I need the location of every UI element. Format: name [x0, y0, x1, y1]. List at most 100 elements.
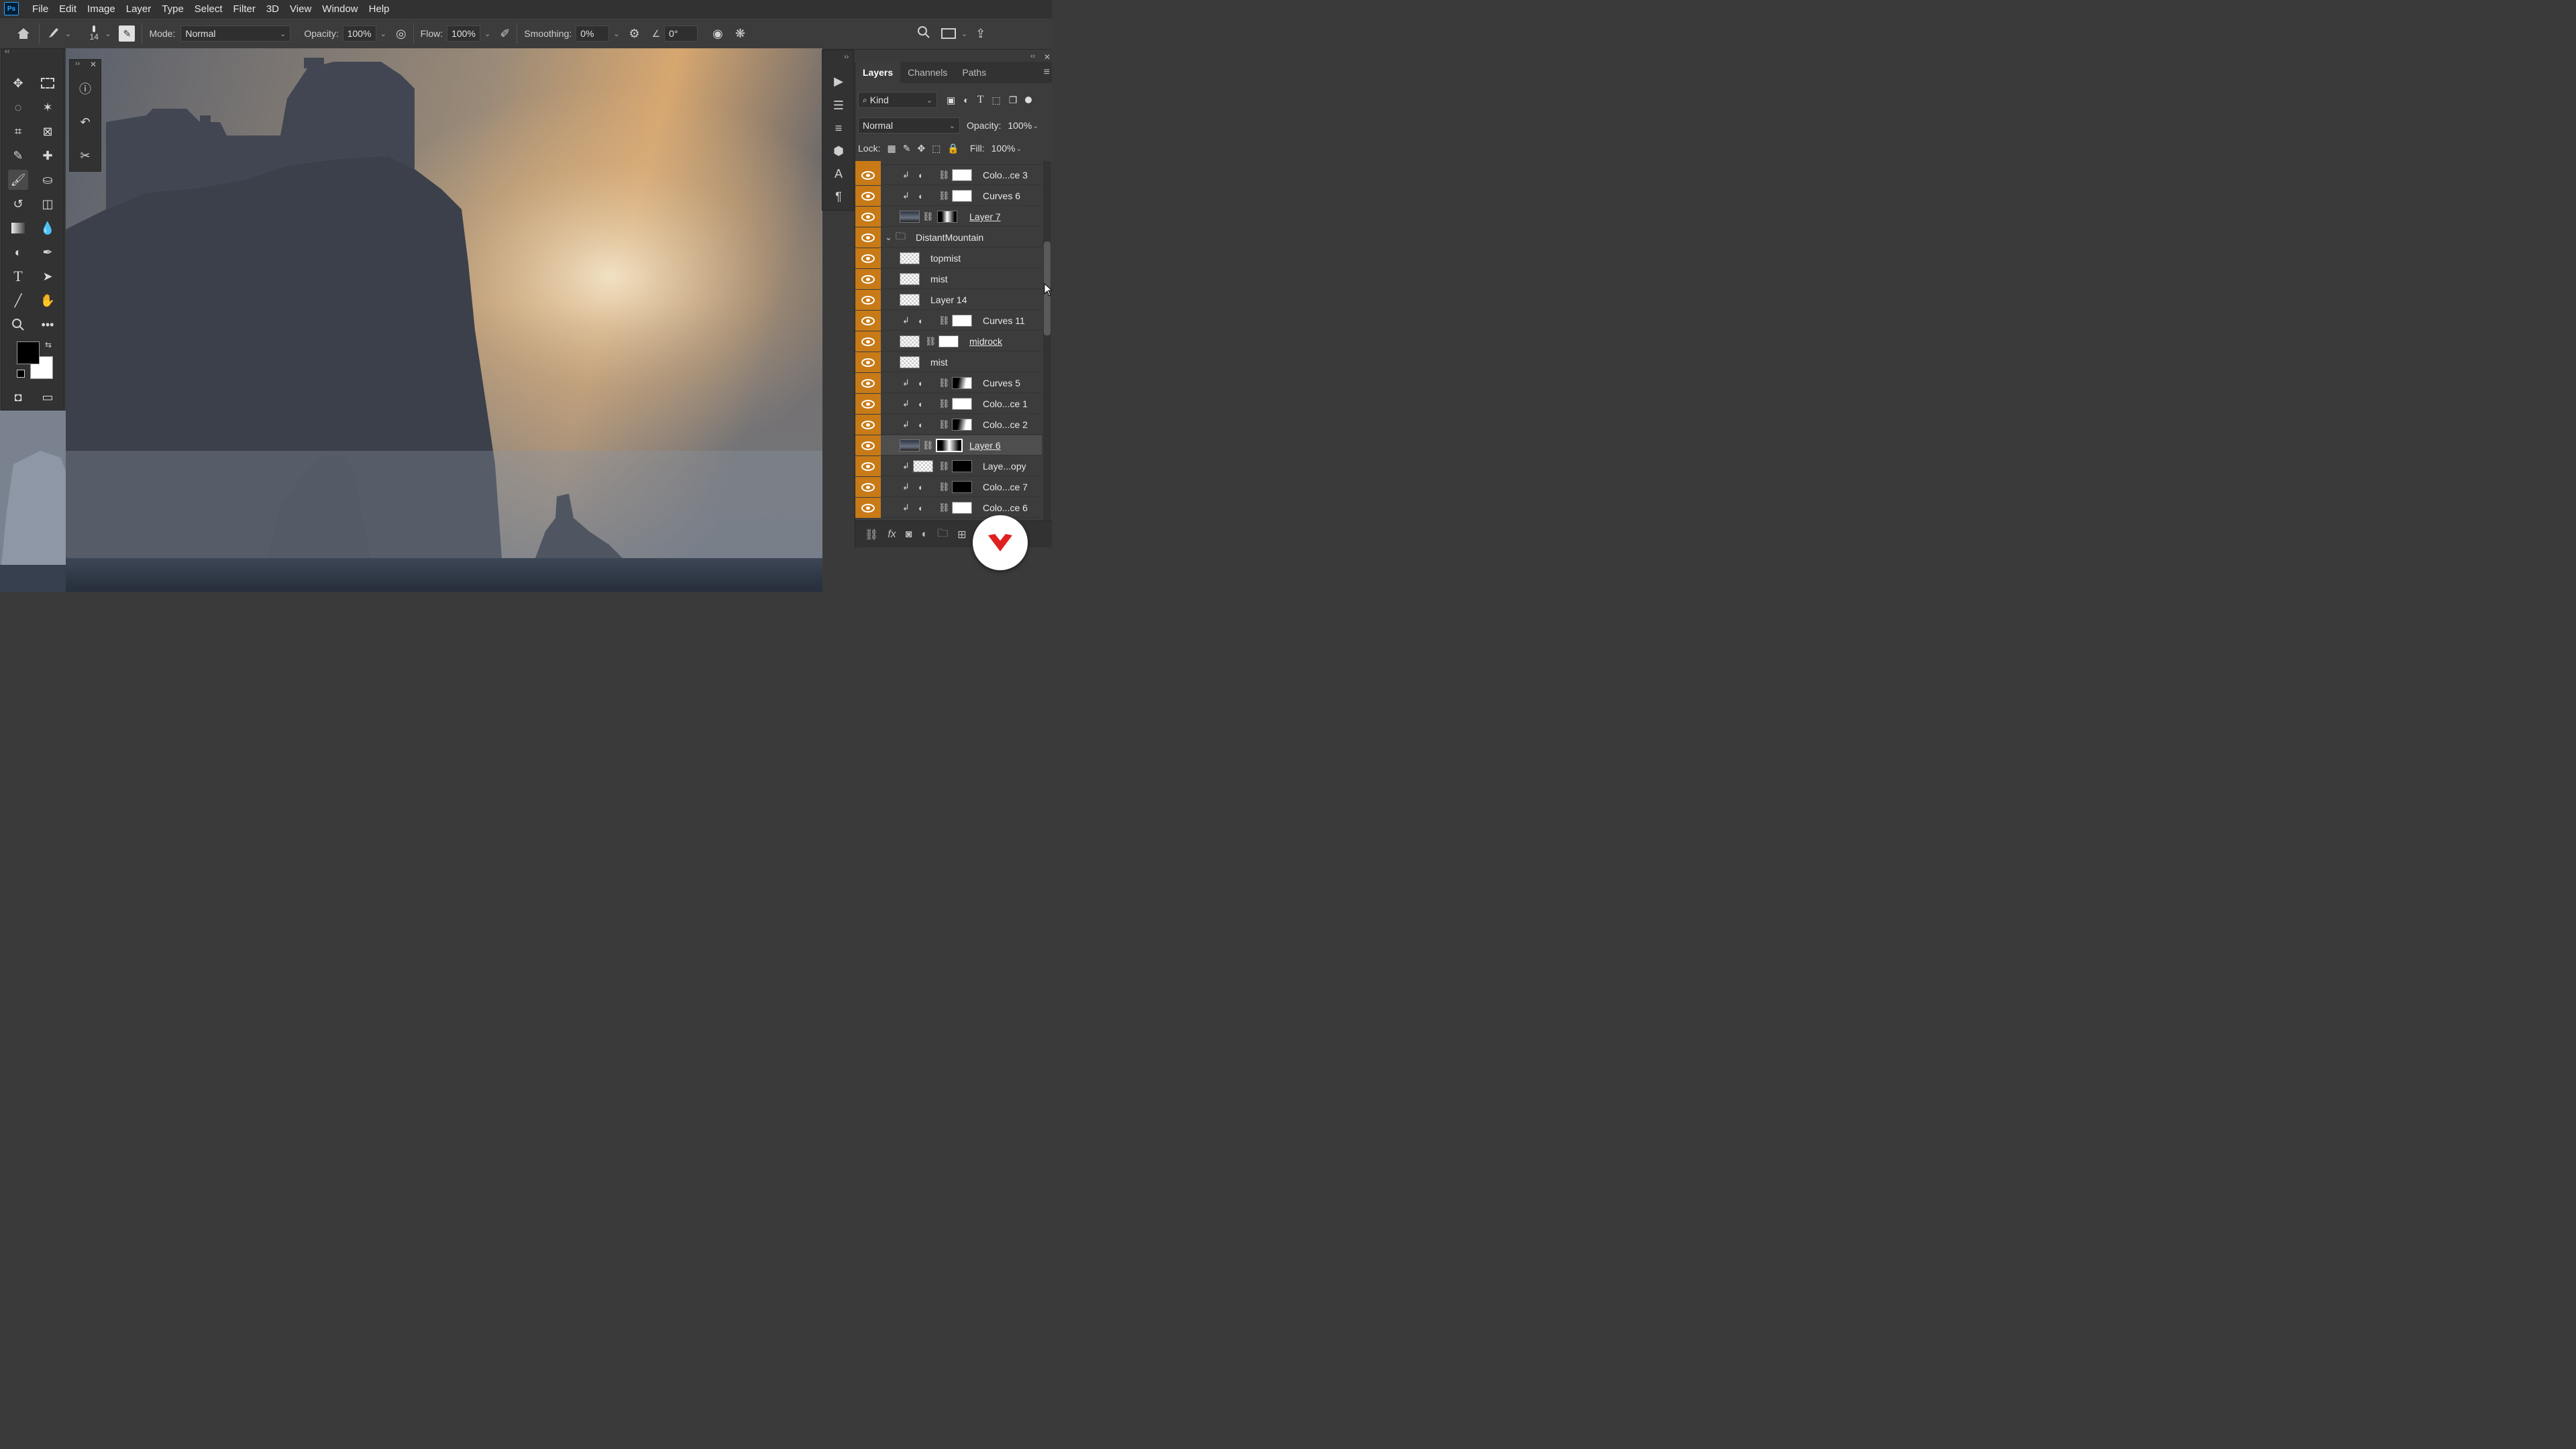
lock-pixels-icon[interactable]: ✎: [903, 143, 911, 154]
visibility-toggle[interactable]: [855, 269, 881, 289]
visibility-toggle[interactable]: [855, 290, 881, 310]
3d-icon[interactable]: ⬢: [830, 143, 847, 159]
panel-collapse-icon[interactable]: ‹‹: [1030, 52, 1035, 60]
menu-help[interactable]: Help: [364, 3, 395, 15]
visibility-toggle[interactable]: [855, 248, 881, 268]
menu-select[interactable]: Select: [189, 3, 228, 15]
filter-type-icon[interactable]: T: [977, 94, 984, 106]
chevron-down-icon[interactable]: ⌄: [65, 30, 71, 38]
layer-row[interactable]: mist: [855, 269, 1042, 289]
flow-field[interactable]: 100%: [447, 25, 481, 42]
visibility-toggle[interactable]: [855, 373, 881, 393]
visibility-toggle[interactable]: [855, 227, 881, 248]
document-canvas[interactable]: [66, 48, 822, 592]
visibility-toggle[interactable]: [855, 477, 881, 497]
collapse-arrows-icon[interactable]: ‹‹: [5, 48, 9, 56]
visibility-toggle[interactable]: [855, 186, 881, 206]
layer-row[interactable]: ↲ ◐ ⛓ Colo...ce 7: [855, 477, 1042, 497]
blur-tool-icon[interactable]: 💧: [38, 218, 58, 238]
search-icon[interactable]: [917, 25, 930, 42]
visibility-toggle[interactable]: [855, 207, 881, 227]
chevron-down-icon[interactable]: ⌄: [961, 30, 967, 38]
fill-field[interactable]: 100% ⌄: [987, 140, 1026, 156]
brush-size-picker[interactable]: 14: [87, 25, 101, 42]
layer-row[interactable]: ↲ ◐ ⛓ Colo...ce 6: [855, 498, 1042, 518]
share-icon[interactable]: ⇪: [975, 27, 985, 41]
menu-image[interactable]: Image: [82, 3, 121, 15]
filter-smart-object-icon[interactable]: ❐: [1009, 95, 1018, 106]
chevron-down-icon[interactable]: ⌄: [380, 30, 386, 38]
layer-group-row[interactable]: ⌄ 🗀 DistantMountain: [855, 227, 1042, 248]
tab-channels[interactable]: Channels: [900, 62, 955, 83]
pressure-size-icon[interactable]: ◉: [712, 27, 723, 41]
visibility-toggle[interactable]: [855, 165, 881, 185]
opacity-field[interactable]: 100%: [342, 25, 376, 42]
swap-colors-icon[interactable]: ⇆: [45, 340, 52, 350]
layer-row[interactable]: topmist: [855, 248, 1042, 268]
layer-row[interactable]: ⛓ Layer 7: [855, 207, 1042, 227]
link-layers-icon[interactable]: ⛓: [865, 528, 878, 541]
layer-row[interactable]: ↲ ◐ ⛓ Colo...ce 2: [855, 415, 1042, 435]
gear-icon[interactable]: ⚙: [629, 27, 639, 41]
layer-row[interactable]: ↲ ◐ ⛓ Curves 6: [855, 186, 1042, 206]
menu-layer[interactable]: Layer: [121, 3, 157, 15]
panel-menu-icon[interactable]: ≡: [1044, 66, 1050, 78]
brush-panel-icon[interactable]: ✎: [119, 25, 136, 42]
new-adjustment-icon[interactable]: ◐: [921, 529, 928, 541]
layer-row-selected[interactable]: ⛓ Layer 6: [855, 435, 1042, 455]
eraser-tool-icon[interactable]: ◫: [38, 194, 58, 214]
crop-tool-icon[interactable]: ⌗: [8, 121, 28, 142]
menu-file[interactable]: File: [27, 3, 54, 15]
line-tool-icon[interactable]: ╱: [8, 290, 28, 311]
symmetry-icon[interactable]: ❋: [735, 27, 745, 41]
angle-field[interactable]: 0°: [664, 25, 698, 42]
layers-scrollbar[interactable]: [1043, 161, 1051, 521]
expand-arrows-icon[interactable]: ››: [844, 53, 849, 61]
hand-tool-icon[interactable]: ✋: [38, 290, 58, 311]
visibility-toggle[interactable]: [855, 331, 881, 352]
layer-row[interactable]: ↲ ◐ ⛓ Curves 5: [855, 373, 1042, 393]
filter-shape-icon[interactable]: ⬚: [991, 95, 1000, 106]
layer-row[interactable]: mist: [855, 352, 1042, 372]
visibility-toggle[interactable]: [855, 415, 881, 435]
filter-pixel-icon[interactable]: ▣: [947, 95, 955, 106]
tab-paths[interactable]: Paths: [955, 62, 994, 83]
menu-view[interactable]: View: [284, 3, 317, 15]
brush-tool-icon[interactable]: 🖌: [8, 170, 28, 190]
visibility-toggle[interactable]: [855, 435, 881, 455]
new-layer-icon[interactable]: ⊞: [957, 528, 966, 541]
history-icon[interactable]: ↶: [75, 112, 95, 132]
menu-type[interactable]: Type: [156, 3, 189, 15]
visibility-toggle[interactable]: [855, 456, 881, 476]
tab-layers[interactable]: Layers: [855, 62, 901, 83]
visibility-toggle[interactable]: [855, 394, 881, 414]
blend-mode-select[interactable]: Normal ⌄: [858, 117, 960, 133]
tool-presets-icon[interactable]: ✂: [75, 146, 95, 166]
eyedropper-tool-icon[interactable]: ✎: [8, 146, 28, 166]
home-icon[interactable]: [15, 27, 32, 40]
close-icon[interactable]: ✕: [1044, 52, 1051, 62]
screen-mode-icon[interactable]: ▭: [38, 387, 58, 407]
paragraph-icon[interactable]: ¶: [830, 189, 847, 205]
healing-brush-tool-icon[interactable]: ✚: [38, 146, 58, 166]
character-icon[interactable]: A: [830, 166, 847, 182]
foreground-color-swatch[interactable]: [17, 341, 40, 364]
chevron-down-icon[interactable]: ⌄: [105, 30, 111, 38]
more-tools-icon[interactable]: •••: [38, 315, 58, 335]
lock-artboard-icon[interactable]: ⬚: [932, 143, 941, 154]
magic-wand-tool-icon[interactable]: ✶: [38, 97, 58, 117]
actions-icon[interactable]: ▶: [830, 73, 847, 89]
smoothing-field[interactable]: 0%: [576, 25, 610, 42]
lasso-tool-icon[interactable]: ◌: [8, 97, 28, 117]
clone-stamp-tool-icon[interactable]: ⛀: [38, 170, 58, 190]
pen-tool-icon[interactable]: ✒: [38, 242, 58, 262]
close-icon[interactable]: ✕: [90, 60, 97, 69]
new-group-icon[interactable]: 🗀: [937, 526, 948, 544]
layer-row[interactable]: ↲ ◐ ⛓ Colo...ce 1: [855, 394, 1042, 414]
add-mask-icon[interactable]: ◙: [906, 529, 912, 541]
frame-tool-icon[interactable]: ⊠: [38, 121, 58, 142]
layer-row[interactable]: ⛓ midrock: [855, 331, 1042, 352]
info-icon[interactable]: ⓘ: [75, 78, 95, 99]
default-colors-icon[interactable]: [17, 370, 25, 378]
path-selection-tool-icon[interactable]: ➤: [38, 266, 58, 286]
